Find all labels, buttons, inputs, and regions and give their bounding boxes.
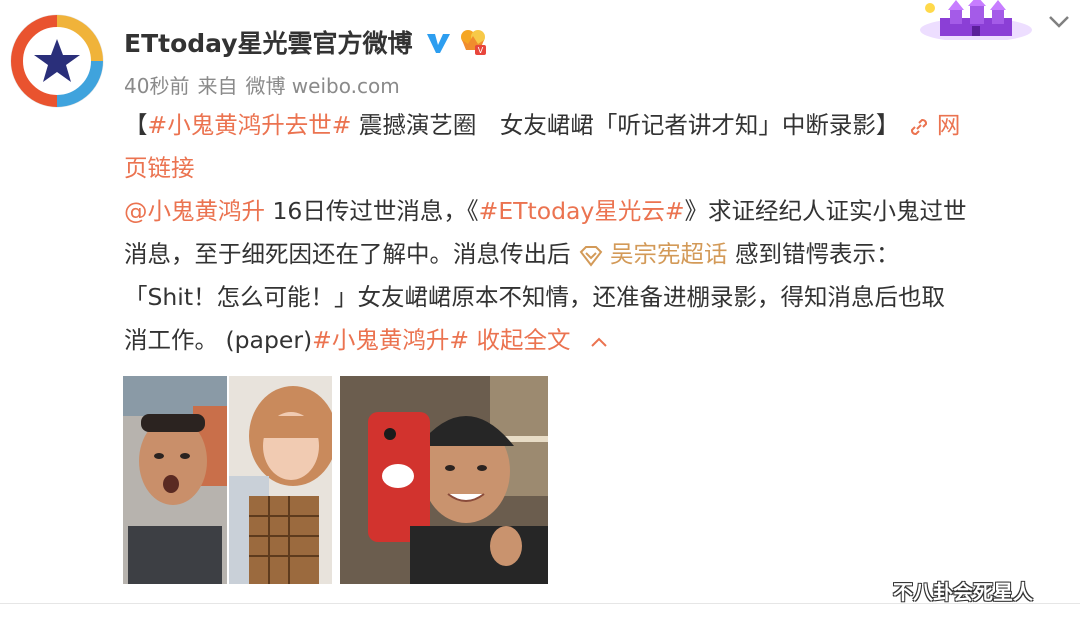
author-row: ETtoday星光雲官方微博 V — [124, 22, 489, 62]
body-line-2: 页链接 — [124, 147, 1070, 190]
hashtag-link[interactable]: #小鬼黄鸿升去世# — [148, 111, 352, 139]
body-text: 消息，至于细死因还在了解中。消息传出后 — [124, 240, 578, 268]
bracket-open: 【 — [124, 111, 148, 139]
body-line-6: 消工作。 (paper)#小鬼黄鸿升# 收起全文 — [124, 319, 1070, 362]
post-time[interactable]: 40秒前 — [124, 74, 189, 98]
body-text: 「Shit！怎么可能！」女友峮峮原本不知情，还准备进棚录影，得知消息后也取 — [124, 283, 946, 311]
author-name[interactable]: ETtoday星光雲官方微博 — [124, 24, 413, 60]
mention-link[interactable]: @小鬼黄鸿升 — [124, 197, 265, 225]
body-line-3: @小鬼黄鸿升 16日传过世消息，《#ETtoday星光云#》求证经纪人证实小鬼过… — [124, 190, 1070, 233]
author-avatar[interactable] — [10, 14, 104, 108]
source-prefix: 来自 — [197, 74, 238, 98]
verified-v-icon — [426, 34, 450, 53]
chevron-down-icon[interactable] — [1046, 11, 1072, 33]
svg-text:V: V — [477, 46, 483, 55]
body-text: 》求证经纪人证实小鬼过世 — [684, 197, 967, 225]
post-body: 【#小鬼黄鸿升去世# 震撼演艺圈 女友峮峮「听记者讲才知」中断录影】 网 页链接… — [124, 104, 1070, 362]
post-source[interactable]: 微博 weibo.com — [245, 74, 399, 98]
body-text: 消工作。 (paper) — [124, 326, 313, 354]
body-line-4: 消息，至于细死因还在了解中。消息传出后 吴宗宪超话 感到错愕表示： — [124, 233, 1070, 276]
photo-thumbnail[interactable] — [123, 376, 227, 584]
photo-thumbnail[interactable] — [340, 376, 548, 584]
chevron-up-icon[interactable] — [589, 335, 609, 349]
photo-thumbnail[interactable] — [229, 376, 332, 584]
super-topic-icon — [579, 245, 603, 267]
body-line-5: 「Shit！怎么可能！」女友峮峮原本不知情，还准备进棚录影，得知消息后也取 — [124, 276, 1070, 319]
super-topic-link[interactable]: 吴宗宪超话 — [610, 240, 728, 268]
vip-crown-icon[interactable]: V — [457, 26, 489, 58]
web-link-part2[interactable]: 页链接 — [124, 154, 195, 182]
body-text: 16日传过世消息，《 — [265, 197, 479, 225]
link-icon — [910, 118, 927, 135]
watermark: 不八卦会死星人 — [893, 580, 1033, 604]
body-text: 震撼演艺圈 女友峮峮「听记者讲才知」中断录影】 — [351, 111, 907, 139]
collapse-full-text-button[interactable]: 收起全文 — [469, 326, 571, 354]
castle-decoration — [920, 0, 1032, 40]
body-line-1: 【#小鬼黄鸿升去世# 震撼演艺圈 女友峮峮「听记者讲才知」中断录影】 网 — [124, 104, 1070, 147]
web-link-part1[interactable]: 网 — [937, 111, 961, 139]
hashtag-link[interactable]: #小鬼黄鸿升# — [312, 326, 469, 354]
post-meta: 40秒前 来自 微博 weibo.com — [124, 70, 408, 99]
body-text: 感到错愕表示： — [727, 240, 900, 268]
hashtag-link[interactable]: #ETtoday星光云# — [479, 197, 685, 225]
